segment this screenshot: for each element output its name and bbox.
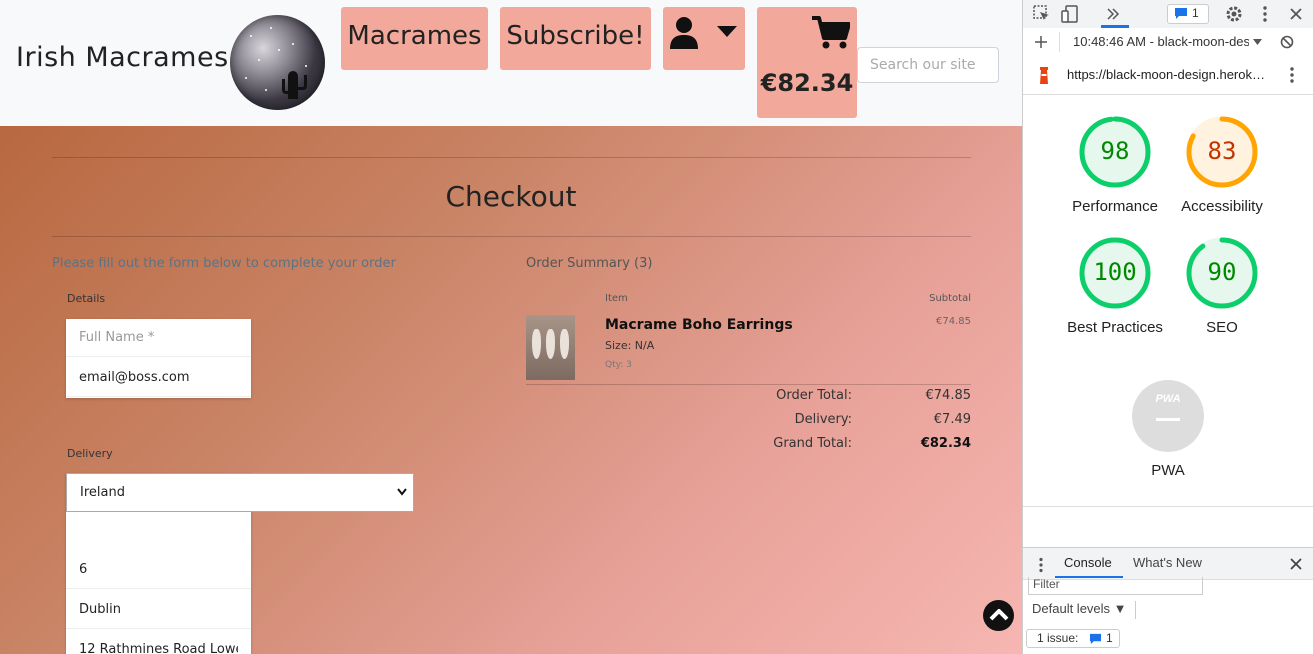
- audited-url[interactable]: https://black-moon-design.herok…: [1067, 67, 1265, 82]
- user-icon: [670, 17, 698, 49]
- log-levels-dropdown[interactable]: Default levels ▼: [1032, 601, 1127, 616]
- brand-name[interactable]: Irish Macrames: [16, 42, 229, 73]
- order-total-label: Order Total:: [776, 388, 852, 403]
- town-input[interactable]: [66, 591, 251, 629]
- form-instructions: Please fill out the form below to comple…: [52, 256, 396, 271]
- more-tabs-icon[interactable]: [1106, 7, 1120, 21]
- dropdown-arrow-icon[interactable]: [1253, 39, 1262, 45]
- column-item: Item: [605, 293, 628, 304]
- order-summary-title: Order Summary (3): [526, 256, 653, 271]
- clear-block-icon[interactable]: [1280, 35, 1294, 49]
- accessibility-gauge[interactable]: 83: [1186, 116, 1258, 188]
- delivery-legend: Delivery: [67, 447, 113, 460]
- divider: [52, 236, 971, 237]
- devtools-toolbar: 1: [1023, 0, 1313, 29]
- kebab-menu-icon[interactable]: [1038, 557, 1044, 573]
- console-filter-input[interactable]: Filter: [1028, 577, 1203, 595]
- nav-macrames-button[interactable]: Macrames: [341, 7, 488, 70]
- message-icon: [1175, 8, 1187, 19]
- grand-total-label: Grand Total:: [773, 436, 852, 451]
- seo-gauge[interactable]: 90: [1186, 237, 1258, 309]
- url-bar: https://black-moon-design.herok…: [1023, 56, 1313, 95]
- page-title: Checkout: [445, 180, 577, 213]
- score-label: Best Practices: [1067, 319, 1163, 336]
- issues-counter[interactable]: 1: [1167, 4, 1209, 24]
- lighthouse-icon: [1040, 67, 1048, 84]
- cart-icon: [812, 16, 850, 49]
- grand-total-value: €82.34: [920, 436, 971, 451]
- divider: [1135, 601, 1136, 619]
- back-to-top-button[interactable]: [983, 600, 1014, 631]
- details-legend: Details: [67, 292, 106, 305]
- message-icon: [1089, 633, 1102, 645]
- device-toolbar-icon[interactable]: [1061, 5, 1079, 23]
- product-subtotal: €74.85: [936, 316, 971, 327]
- inspect-element-icon[interactable]: [1033, 5, 1051, 23]
- score-label: Accessibility: [1181, 198, 1263, 215]
- bag-total: €82.34: [760, 69, 854, 97]
- divider: [1023, 506, 1313, 507]
- pwa-label: PWA: [1151, 462, 1185, 479]
- product-thumbnail[interactable]: [526, 315, 575, 380]
- plus-icon[interactable]: [1035, 36, 1047, 48]
- site-logo[interactable]: [230, 15, 325, 110]
- lighthouse-report-bar: 10:48:46 AM - black-moon-des: [1023, 28, 1313, 57]
- country-selected: Ireland: [80, 485, 125, 500]
- score-value: 98: [1100, 137, 1130, 165]
- divider: [526, 384, 971, 385]
- divider: [52, 157, 971, 158]
- account-menu-button[interactable]: [663, 7, 745, 70]
- delivery-label: Delivery:: [794, 412, 852, 427]
- performance-gauge[interactable]: 98: [1079, 116, 1151, 188]
- report-selector[interactable]: 10:48:46 AM - black-moon-des: [1073, 34, 1249, 49]
- website-viewport: Irish Macrames Macrames Subscribe! €82.3…: [0, 0, 1022, 654]
- search-input[interactable]: [857, 47, 999, 83]
- navbar: Irish Macrames Macrames Subscribe! €82.3…: [0, 0, 1022, 126]
- issues-button[interactable]: 1 issue: 1: [1026, 629, 1120, 648]
- issues-count: 1: [1106, 631, 1113, 645]
- tab-whats-new[interactable]: What's New: [1133, 555, 1202, 570]
- score-label: SEO: [1206, 319, 1238, 336]
- email-input[interactable]: [66, 359, 251, 397]
- delivery-value: €7.49: [933, 412, 971, 427]
- order-total-value: €74.85: [925, 388, 972, 403]
- product-size: Size: N/A: [605, 339, 655, 352]
- score-label: Performance: [1072, 198, 1158, 215]
- checkout-page: Checkout Please fill out the form below …: [0, 126, 1022, 654]
- caret-down-icon: [717, 26, 737, 37]
- product-name: Macrame Boho Earrings: [605, 317, 793, 333]
- issues-text: 1 issue:: [1037, 631, 1079, 645]
- full-name-input[interactable]: [66, 319, 251, 357]
- settings-gear-icon[interactable]: [1225, 5, 1243, 23]
- score-value: 100: [1093, 258, 1137, 286]
- shopping-bag-button[interactable]: €82.34: [757, 7, 857, 118]
- pwa-dash: [1156, 418, 1180, 421]
- postcode-input[interactable]: [66, 551, 251, 589]
- close-drawer-icon[interactable]: [1290, 558, 1302, 570]
- score-value: 90: [1207, 258, 1237, 286]
- chevron-up-icon: [989, 609, 1009, 621]
- pwa-gauge[interactable]: PWA: [1132, 380, 1204, 452]
- drawer-toolbar: Console What's New: [1023, 547, 1313, 580]
- close-devtools-icon[interactable]: [1289, 7, 1303, 21]
- product-qty: Qty: 3: [605, 360, 632, 370]
- kebab-menu-icon[interactable]: [1289, 66, 1295, 84]
- score-value: 83: [1207, 137, 1237, 165]
- details-fieldset: [66, 319, 251, 398]
- column-subtotal: Subtotal: [929, 293, 971, 304]
- nav-subscribe-button[interactable]: Subscribe!: [500, 7, 651, 70]
- pwa-badge: PWA: [1155, 393, 1181, 405]
- street-address-input[interactable]: [66, 631, 251, 654]
- country-select[interactable]: Ireland: [66, 473, 414, 512]
- issues-count: 1: [1192, 6, 1199, 20]
- chevron-down-icon: [397, 488, 407, 496]
- devtools-panel: 1 10:48:46 AM - black-moon-des https://b…: [1022, 0, 1313, 654]
- tab-console[interactable]: Console: [1064, 555, 1112, 570]
- best-practices-gauge[interactable]: 100: [1079, 237, 1151, 309]
- kebab-menu-icon[interactable]: [1262, 5, 1268, 23]
